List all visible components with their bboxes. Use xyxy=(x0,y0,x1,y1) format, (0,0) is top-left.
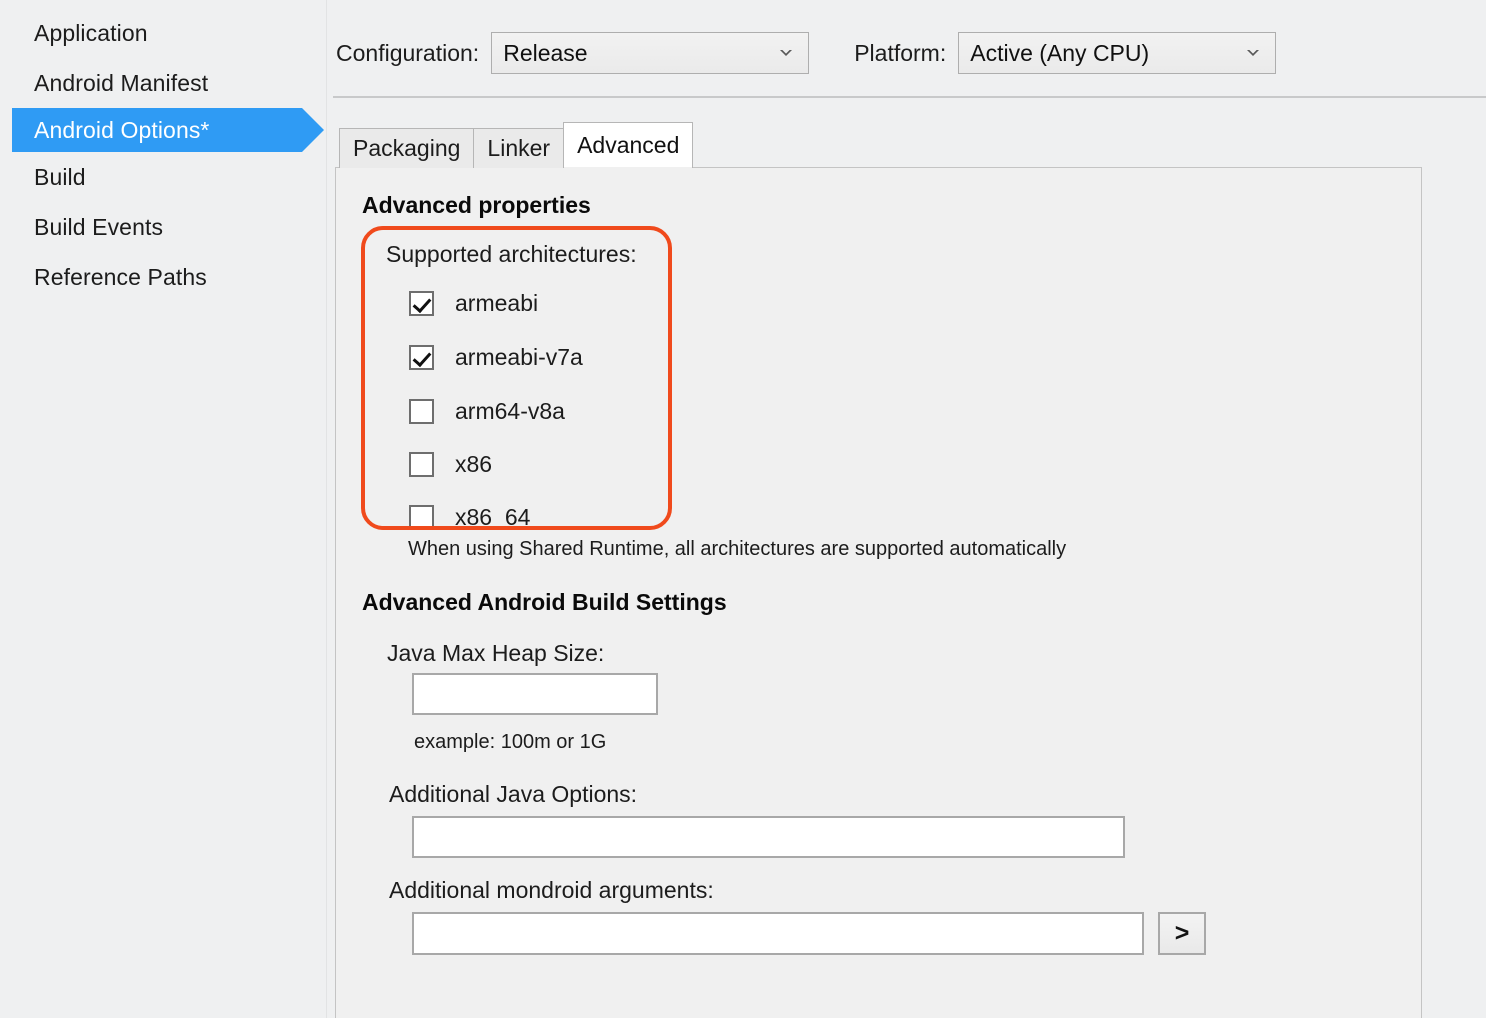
checkbox-armeabi[interactable] xyxy=(409,291,434,316)
mondroid-expand-button-label: > xyxy=(1175,919,1190,948)
shared-runtime-note: When using Shared Runtime, all architect… xyxy=(408,538,1066,561)
platform-label: Platform: xyxy=(854,40,946,67)
checkbox-label: x86 xyxy=(455,451,492,478)
annotation-highlight-box xyxy=(361,226,672,530)
tab-strip: Packaging Linker Advanced xyxy=(339,123,692,168)
additional-mondroid-input[interactable] xyxy=(412,912,1144,955)
mondroid-expand-button[interactable]: > xyxy=(1158,912,1206,955)
build-settings-heading: Advanced Android Build Settings xyxy=(362,589,727,616)
checkbox-arm64-v8a[interactable] xyxy=(409,399,434,424)
sidebar-item-label: Android Manifest xyxy=(34,70,208,97)
java-max-heap-label: Java Max Heap Size: xyxy=(387,640,604,667)
checkbox-row-armeabi[interactable]: armeabi xyxy=(409,290,538,317)
configuration-bar: Configuration: Release Platform: Active … xyxy=(336,28,1276,78)
configuration-dropdown[interactable]: Release xyxy=(491,32,809,74)
sidebar-item-build-events[interactable]: Build Events xyxy=(0,202,326,252)
tab-label: Advanced xyxy=(577,132,679,159)
tab-label: Linker xyxy=(487,135,550,162)
sidebar-item-android-options[interactable]: Android Options* xyxy=(12,108,302,152)
advanced-properties-heading: Advanced properties xyxy=(362,192,591,219)
checkbox-row-x86-64[interactable]: x86_64 xyxy=(409,504,530,531)
additional-mondroid-label: Additional mondroid arguments: xyxy=(389,877,714,904)
settings-sidebar: Application Android Manifest Android Opt… xyxy=(0,0,326,1018)
sidebar-item-label: Build Events xyxy=(34,214,163,241)
configuration-dropdown-value: Release xyxy=(492,40,587,67)
java-max-heap-example: example: 100m or 1G xyxy=(414,731,606,754)
sidebar-item-android-manifest[interactable]: Android Manifest xyxy=(0,58,326,108)
supported-architectures-label: Supported architectures: xyxy=(386,241,637,268)
sidebar-item-build[interactable]: Build xyxy=(0,152,326,202)
java-max-heap-input[interactable] xyxy=(412,673,658,715)
configuration-label: Configuration: xyxy=(336,40,479,67)
selection-arrow-icon xyxy=(302,108,324,152)
chevron-down-icon xyxy=(1245,45,1261,61)
checkbox-x86-64[interactable] xyxy=(409,505,434,530)
checkbox-row-x86[interactable]: x86 xyxy=(409,451,492,478)
sidebar-item-application[interactable]: Application xyxy=(0,8,326,58)
checkbox-label: arm64-v8a xyxy=(455,398,565,425)
sidebar-item-label: Build xyxy=(34,164,86,191)
additional-java-options-input[interactable] xyxy=(412,816,1125,858)
sidebar-item-reference-paths[interactable]: Reference Paths xyxy=(0,252,326,302)
properties-content-area: Configuration: Release Platform: Active … xyxy=(327,0,1486,1018)
sidebar-item-label: Android Options* xyxy=(34,117,209,144)
advanced-tab-panel: Advanced properties Supported architectu… xyxy=(335,167,1422,1018)
checkbox-row-arm64-v8a[interactable]: arm64-v8a xyxy=(409,398,565,425)
additional-java-options-label: Additional Java Options: xyxy=(389,781,637,808)
checkbox-x86[interactable] xyxy=(409,452,434,477)
checkbox-label: armeabi-v7a xyxy=(455,344,583,371)
platform-dropdown-value: Active (Any CPU) xyxy=(959,40,1149,67)
tab-advanced[interactable]: Advanced xyxy=(563,122,693,168)
checkbox-row-armeabi-v7a[interactable]: armeabi-v7a xyxy=(409,344,583,371)
tab-packaging[interactable]: Packaging xyxy=(339,128,474,168)
platform-dropdown[interactable]: Active (Any CPU) xyxy=(958,32,1276,74)
checkbox-label: x86_64 xyxy=(455,504,530,531)
tab-linker[interactable]: Linker xyxy=(473,128,564,168)
tab-label: Packaging xyxy=(353,135,460,162)
chevron-down-icon xyxy=(778,45,794,61)
checkbox-label: armeabi xyxy=(455,290,538,317)
header-separator xyxy=(333,96,1486,98)
sidebar-item-label: Application xyxy=(34,20,148,47)
checkbox-armeabi-v7a[interactable] xyxy=(409,345,434,370)
sidebar-item-label: Reference Paths xyxy=(34,264,207,291)
